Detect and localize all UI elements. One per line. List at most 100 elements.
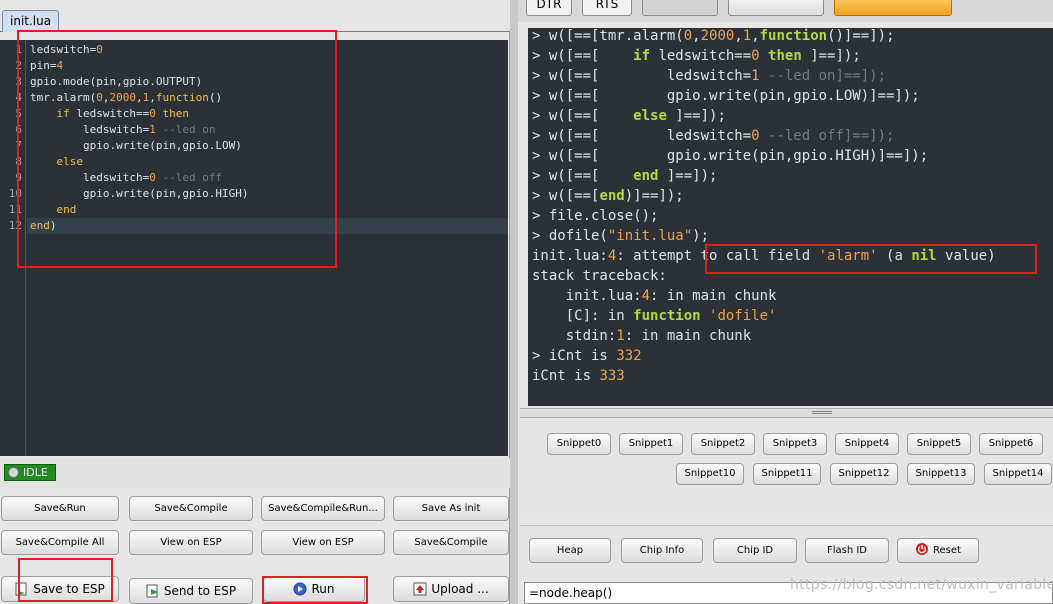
send-to-esp-icon	[146, 584, 158, 597]
snippet-button[interactable]: Snippet11	[753, 463, 821, 485]
dtr-button[interactable]: DTR	[526, 0, 572, 16]
token: 0	[96, 43, 103, 56]
save-compile-all-button[interactable]: Save&Compile All	[1, 530, 119, 555]
snippet-button[interactable]: Snippet10	[676, 463, 744, 485]
code-line[interactable]: ledswitch=0 --led off	[30, 170, 222, 186]
token: gpio.write(pin,gpio.LOW)	[30, 139, 242, 152]
snippet-button[interactable]: Snippet0	[547, 433, 611, 455]
code-line[interactable]: ledswitch=1 --led on	[30, 122, 215, 138]
status-led-icon	[8, 467, 19, 478]
view-on-esp-button-1[interactable]: View on ESP	[129, 530, 253, 555]
code-editor[interactable]: 1 2 3 4 5 6 7 8 9 10 11 12 ledswitch=0 pin=4 gpio.mod…	[0, 40, 508, 456]
token: > w([==[	[532, 108, 634, 124]
token: : in main chunk	[624, 328, 752, 344]
flash-id-button[interactable]: Flash ID	[805, 538, 889, 563]
token: );	[692, 228, 710, 244]
run-button[interactable]: Run	[263, 576, 365, 602]
reset-button[interactable]: Reset	[897, 538, 979, 563]
terminal-line: > w([==[tmr.alarm(0,2000,1,function()]==…	[532, 28, 895, 46]
token: ledswitch=	[30, 171, 150, 184]
view-on-esp-button-2[interactable]: View on ESP	[261, 530, 385, 555]
terminal-output[interactable]: > w([==[tmr.alarm(0,2000,1,function()]==…	[528, 28, 1053, 406]
chip-info-button[interactable]: Chip Info	[621, 538, 703, 563]
chip-id-button[interactable]: Chip ID	[713, 538, 797, 563]
code-line[interactable]: tmr.alarm(0,2000,1,function()	[30, 90, 222, 106]
upload-button[interactable]: Upload ...	[393, 576, 509, 602]
code-line[interactable]: gpio.write(pin,gpio.LOW)	[30, 138, 242, 154]
save-to-esp-button[interactable]: Save to ESP	[1, 576, 119, 602]
snippet-button[interactable]: Snippet1	[619, 433, 683, 455]
toolbar-status-button[interactable]	[834, 0, 952, 16]
line-number: 11	[8, 203, 22, 216]
terminal-line: > w([==[ gpio.write(pin,gpio.HIGH)]==]);	[532, 146, 928, 166]
token: > w([==[	[532, 48, 634, 64]
rts-button[interactable]: RTS	[582, 0, 632, 16]
save-as-init-button[interactable]: Save As init	[393, 496, 509, 521]
token: ]==]);	[666, 108, 726, 124]
token: : attempt to call field	[616, 248, 819, 264]
token: ,	[135, 91, 143, 104]
token: 332	[616, 348, 642, 364]
code-line[interactable]: end	[30, 202, 77, 218]
token: value)	[936, 248, 996, 264]
tab-init-lua[interactable]: init.lua	[2, 10, 60, 32]
terminal-line: stdin:1: in main chunk	[532, 326, 751, 346]
code-line[interactable]: gpio.write(pin,gpio.HIGH)	[30, 186, 249, 202]
token: > w([==[ gpio.write(pin,gpio.HIGH)]==]);	[532, 148, 929, 164]
line-number: 4	[15, 91, 22, 104]
code-line[interactable]: pin=4	[30, 58, 63, 74]
code-line[interactable]: end)	[30, 218, 57, 234]
code-line[interactable]: else	[30, 154, 84, 170]
terminal-line: stack traceback:	[532, 266, 667, 286]
token: : in main chunk	[650, 288, 777, 304]
send-to-esp-button[interactable]: Send to ESP	[129, 578, 253, 604]
upload-label: Upload ...	[431, 582, 489, 596]
snippet-button[interactable]: Snippet4	[835, 433, 899, 455]
terminal-line: > dofile("init.lua");	[532, 226, 709, 246]
line-number: 2	[15, 59, 22, 72]
token: else	[633, 108, 667, 124]
terminal-line: > file.close();	[532, 206, 658, 226]
snippet-button[interactable]: Snippet6	[979, 433, 1043, 455]
token: ,	[734, 28, 743, 44]
token: ,	[692, 28, 701, 44]
heap-button[interactable]: Heap	[529, 538, 611, 563]
token: "init.lua"	[607, 228, 693, 244]
token: ,	[149, 91, 156, 104]
save-compile-button-2[interactable]: Save&Compile	[393, 530, 509, 555]
code-line[interactable]: if ledswitch==0 then	[30, 106, 189, 122]
line-number: 6	[15, 123, 22, 136]
save-compile-button[interactable]: Save&Compile	[129, 496, 253, 521]
status-text: IDLE	[23, 466, 48, 479]
token: 1	[616, 328, 625, 344]
terminal-line: init.lua:4: in main chunk	[532, 286, 777, 306]
token: [C]: in	[532, 308, 634, 324]
token: 'alarm'	[818, 248, 878, 264]
snippet-button[interactable]: Snippet13	[907, 463, 975, 485]
token: if	[56, 107, 70, 120]
toolbar-blank-button-2[interactable]	[728, 0, 824, 16]
snippet-button[interactable]: Snippet14	[984, 463, 1052, 485]
snippet-button[interactable]: Snippet12	[830, 463, 898, 485]
save-run-button[interactable]: Save&Run	[1, 496, 119, 521]
snippet-button[interactable]: Snippet3	[763, 433, 827, 455]
power-icon	[916, 543, 929, 555]
toolbar-blank-button-1[interactable]	[642, 0, 718, 16]
code-line[interactable]: ledswitch=0	[30, 42, 103, 58]
line-number: 8	[15, 155, 22, 168]
splitter[interactable]	[520, 408, 1053, 418]
terminal-line: > w([==[ if ledswitch==0 then ]==]);	[532, 46, 861, 66]
snippet-button[interactable]: Snippet2	[691, 433, 755, 455]
save-to-esp-label: Save to ESP	[33, 582, 105, 596]
token: 0	[149, 171, 156, 184]
save-compile-run-button[interactable]: Save&Compile&Run...	[261, 496, 385, 521]
terminal-line: init.lua:4: attempt to call field 'alarm…	[532, 246, 996, 266]
token: else	[56, 155, 84, 168]
line-number: 9	[15, 171, 22, 184]
snippet-button[interactable]: Snippet5	[907, 433, 971, 455]
code-line[interactable]: gpio.mode(pin,gpio.OUTPUT)	[30, 74, 202, 90]
token: init.lua:	[532, 288, 642, 304]
splitter-grip-icon[interactable]	[812, 411, 832, 414]
